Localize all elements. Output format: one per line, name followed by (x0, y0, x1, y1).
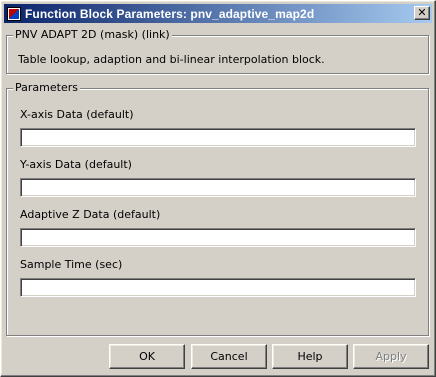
sample-time-input[interactable] (20, 278, 416, 297)
help-button[interactable]: Help (272, 344, 348, 369)
sample-time-label: Sample Time (sec) (20, 258, 123, 271)
y-axis-data-label: Y-axis Data (default) (20, 158, 132, 171)
parameters-group-label: Parameters (13, 81, 80, 94)
window-title: Function Block Parameters: pnv_adaptive_… (25, 6, 315, 21)
adaptive-z-data-input[interactable] (20, 228, 416, 247)
title-bar[interactable]: Function Block Parameters: pnv_adaptive_… (4, 4, 432, 23)
dialog-window: Function Block Parameters: pnv_adaptive_… (0, 0, 436, 377)
x-axis-data-input[interactable] (20, 128, 416, 147)
block-description: Table lookup, adaption and bi-linear int… (18, 53, 325, 66)
adaptive-z-data-label: Adaptive Z Data (default) (20, 208, 161, 221)
mask-group: PNV ADAPT 2D (mask) (link) Table lookup,… (6, 28, 429, 74)
y-axis-data-input[interactable] (20, 178, 416, 197)
ok-button[interactable]: OK (109, 344, 185, 369)
x-axis-data-label: X-axis Data (default) (20, 108, 134, 121)
cancel-button[interactable]: Cancel (191, 344, 267, 369)
close-button[interactable]: ✕ (414, 6, 430, 20)
mask-group-label: PNV ADAPT 2D (mask) (link) (13, 28, 172, 41)
apply-button[interactable]: Apply (353, 344, 429, 369)
simulink-block-icon[interactable] (7, 6, 21, 21)
